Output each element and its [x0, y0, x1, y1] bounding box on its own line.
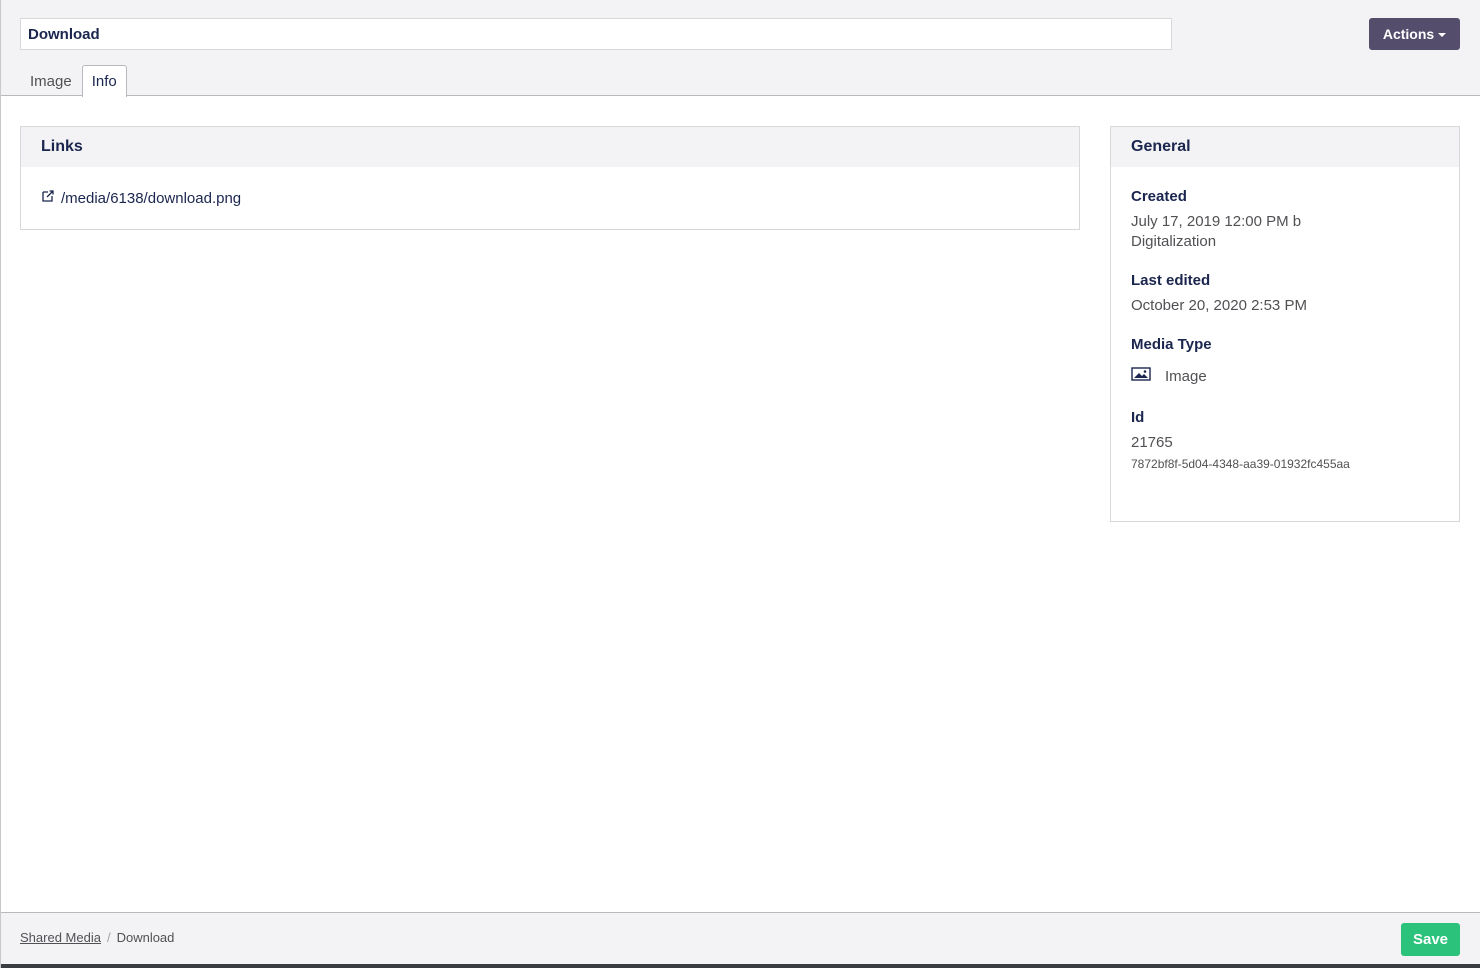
- created-value: July 17, 2019 12:00 PM b Digitalization: [1131, 212, 1439, 252]
- breadcrumb-current: Download: [116, 930, 175, 945]
- save-button[interactable]: Save: [1401, 923, 1460, 956]
- tab-info-label: Info: [91, 73, 117, 90]
- media-type: Image: [1131, 367, 1439, 385]
- editor-tabs: Image Info: [20, 65, 127, 97]
- created-label: Created: [1131, 188, 1187, 205]
- media-type-label: Media Type: [1131, 336, 1212, 353]
- breadcrumb: Shared Media / Download: [20, 930, 174, 945]
- created-date: July 17, 2019 12:00 PM b: [1131, 213, 1302, 230]
- tab-image[interactable]: Image: [20, 65, 82, 96]
- editor-header: Actions Image Info: [1, 0, 1480, 97]
- tab-info[interactable]: Info: [81, 65, 127, 97]
- general-panel-title: General: [1111, 127, 1459, 167]
- media-type-value: Image: [1165, 367, 1207, 385]
- actions-button[interactable]: Actions: [1369, 18, 1460, 50]
- media-name-input[interactable]: [20, 18, 1172, 50]
- created-by: Digitalization: [1131, 233, 1217, 250]
- last-edited-label: Last edited: [1131, 272, 1211, 289]
- media-link[interactable]: /media/6138/download.png: [21, 167, 1079, 229]
- bottom-bar: [1, 964, 1480, 968]
- links-panel: Links /media/6138/download.png: [20, 126, 1080, 230]
- editor-footer: Shared Media / Download Save: [1, 912, 1480, 964]
- links-panel-title: Links: [21, 127, 1079, 167]
- picture-icon: [1131, 367, 1151, 385]
- last-edited-value: October 20, 2020 2:53 PM: [1131, 297, 1307, 314]
- general-panel: General Created July 17, 2019 12:00 PM b…: [1110, 126, 1460, 522]
- media-link-text: /media/6138/download.png: [61, 189, 242, 207]
- media-editor: Actions Image Info Links /media/6138/dow…: [0, 0, 1480, 968]
- actions-label: Actions: [1382, 26, 1435, 42]
- external-link-icon: [41, 189, 55, 207]
- id-value: 21765: [1131, 434, 1173, 451]
- guid-value: 7872bf8f-5d04-4348-aa39-01932fc455aa: [1131, 457, 1350, 471]
- id-label: Id: [1131, 409, 1145, 426]
- breadcrumb-shared-media[interactable]: Shared Media: [20, 930, 101, 945]
- caret-down-icon: [1438, 33, 1447, 37]
- tab-image-label: Image: [30, 72, 72, 90]
- breadcrumb-separator: /: [106, 930, 111, 945]
